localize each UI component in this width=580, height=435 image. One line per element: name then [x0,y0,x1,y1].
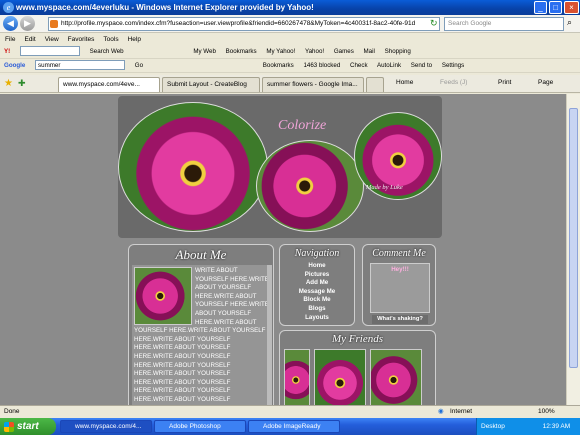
window-title: www.myspace.com/4everluku - Windows Inte… [0,0,580,15]
add-favorites-icon[interactable]: ✚ [18,78,26,89]
search-icon[interactable]: ⌕ [567,17,572,28]
minimize-button[interactable]: _ [534,1,547,14]
nav-link-blogs[interactable]: Blogs [280,305,354,314]
friend-photo[interactable] [284,349,310,405]
banner-title: Colorize [278,118,327,133]
banner-flower-middle [256,140,364,232]
yahoo-item-bookmarks[interactable]: Bookmarks [226,48,257,55]
comment-submit-button[interactable]: What's shaking? [372,315,428,324]
menu-help[interactable]: Help [128,36,141,43]
menu-favorites[interactable]: Favorites [68,36,95,43]
url-input[interactable]: http://profile.myspace.com/index.cfm?fus… [48,17,440,31]
google-go-button[interactable]: Go [135,62,143,69]
maximize-button[interactable]: □ [549,1,562,14]
page-scrollbar[interactable] [566,94,580,405]
about-scrollbar[interactable] [267,265,272,405]
yahoo-item-myweb[interactable]: My Web [193,48,216,55]
page-icon [50,20,58,28]
yahoo-item-shopping[interactable]: Shopping [385,48,411,55]
scrollbar-thumb[interactable] [569,108,578,368]
yahoo-toolbar: Y! Search Web My Web Bookmarks My Yahoo!… [0,45,580,59]
taskbar: start www.myspace.com/4... Adobe Photosh… [0,418,580,435]
nav-link-layouts[interactable]: Layouts [280,314,354,323]
yahoo-search-input[interactable] [19,46,80,57]
page-content: Colorize Made by Luke About Me WRITE ABO… [0,94,566,405]
about-me-photo [134,267,192,325]
nav-link-block-me[interactable]: Block Me [280,296,354,305]
zoom-level[interactable]: 100% [538,406,555,418]
refresh-icon[interactable]: ↻ [430,18,438,29]
yahoo-item-games[interactable]: Games [334,48,354,55]
page-menu-button[interactable]: Page [538,79,553,86]
about-me-panel: About Me WRITE ABOUT YOURSELF HERE.WRITE… [128,244,274,405]
tab-myspace[interactable]: www.myspace.com/4eve... [58,77,160,92]
nav-link-pictures[interactable]: Pictures [280,271,354,280]
google-search-input[interactable]: summer [35,60,126,71]
google-item-sendto[interactable]: Send to [411,62,432,69]
google-logo-icon: Google [4,62,26,69]
google-item-blocked[interactable]: 1463 blocked [303,62,340,69]
menu-tools[interactable]: Tools [103,36,118,43]
address-bar: ◀ ▶ http://profile.myspace.com/index.cfm… [0,15,580,33]
yahoo-logo-icon: Y! [4,48,11,55]
menu-edit[interactable]: Edit [24,36,35,43]
navigation-panel: Navigation Home Pictures Add Me Message … [279,244,355,326]
comment-panel: Comment Me Hey!!! What's shaking? [362,244,436,326]
system-tray: Desktop 12:39 AM [476,418,580,435]
yahoo-item-mail[interactable]: Mail [364,48,375,55]
google-item-settings[interactable]: Settings [442,62,464,69]
profile-banner: Colorize Made by Luke [118,96,442,238]
windows-logo-icon [4,422,14,432]
banner-credit: Made by Luke [366,184,403,191]
new-tab-button[interactable] [366,77,384,92]
search-input[interactable]: Search Google [444,17,564,31]
desktop-toolbar[interactable]: Desktop [481,423,505,430]
nav-link-home[interactable]: Home [280,262,354,271]
menu-view[interactable]: View [45,36,59,43]
print-button[interactable]: Print [498,79,511,86]
zone-text: Internet [450,408,473,415]
tab-createblog[interactable]: Submit Layout - CreateBlog [162,77,260,92]
nav-link-add-me[interactable]: Add Me [280,279,354,288]
back-button[interactable]: ◀ [3,16,18,31]
yahoo-item-yahoo[interactable]: Yahoo! [305,48,324,55]
tab-google-images[interactable]: summer flowers - Google Ima... [262,77,364,92]
menu-file[interactable]: File [5,36,15,43]
comment-textarea[interactable]: Hey!!! [370,263,430,313]
friend-photo[interactable] [370,349,422,405]
yahoo-search-button[interactable]: Search Web [90,48,124,55]
google-item-check[interactable]: Check [350,62,368,69]
home-button[interactable]: Home [396,79,413,86]
taskbar-item-ie[interactable]: www.myspace.com/4... [60,420,152,433]
comment-prompt: Hey!!! [391,266,409,273]
favorites-star-icon[interactable]: ★ [4,78,13,89]
about-me-heading: About Me [175,247,227,262]
taskbar-item-photoshop[interactable]: Adobe Photoshop [154,420,246,433]
taskbar-item-imageready[interactable]: Adobe ImageReady [248,420,340,433]
forward-button[interactable]: ▶ [20,16,35,31]
yahoo-item-myyahoo[interactable]: My Yahoo! [266,48,295,55]
nav-link-message-me[interactable]: Message Me [280,288,354,297]
status-text: Done [4,408,20,415]
navigation-heading: Navigation [294,248,340,259]
status-bar: Done ◉ Internet 100% [0,405,580,418]
friends-panel: My Friends [279,330,436,405]
comment-heading: Comment Me [372,248,426,259]
google-item-autolink[interactable]: AutoLink [377,62,401,69]
menu-bar: File Edit View Favorites Tools Help [0,34,580,45]
close-button[interactable]: × [564,1,579,14]
google-toolbar: Google summer Go Bookmarks 1463 blocked … [0,59,580,73]
banner-flower-large [118,102,268,232]
friend-photo[interactable] [314,349,366,405]
friends-heading: My Friends [331,333,383,345]
tab-bar: ★ ✚ www.myspace.com/4eve... Submit Layou… [0,75,580,93]
ie-logo-icon: e [3,2,14,13]
google-item-bookmarks[interactable]: Bookmarks [263,62,294,69]
globe-icon: ◉ [438,408,444,415]
feeds-button[interactable]: Feeds (J) [440,79,467,86]
clock: 12:39 AM [542,423,571,430]
